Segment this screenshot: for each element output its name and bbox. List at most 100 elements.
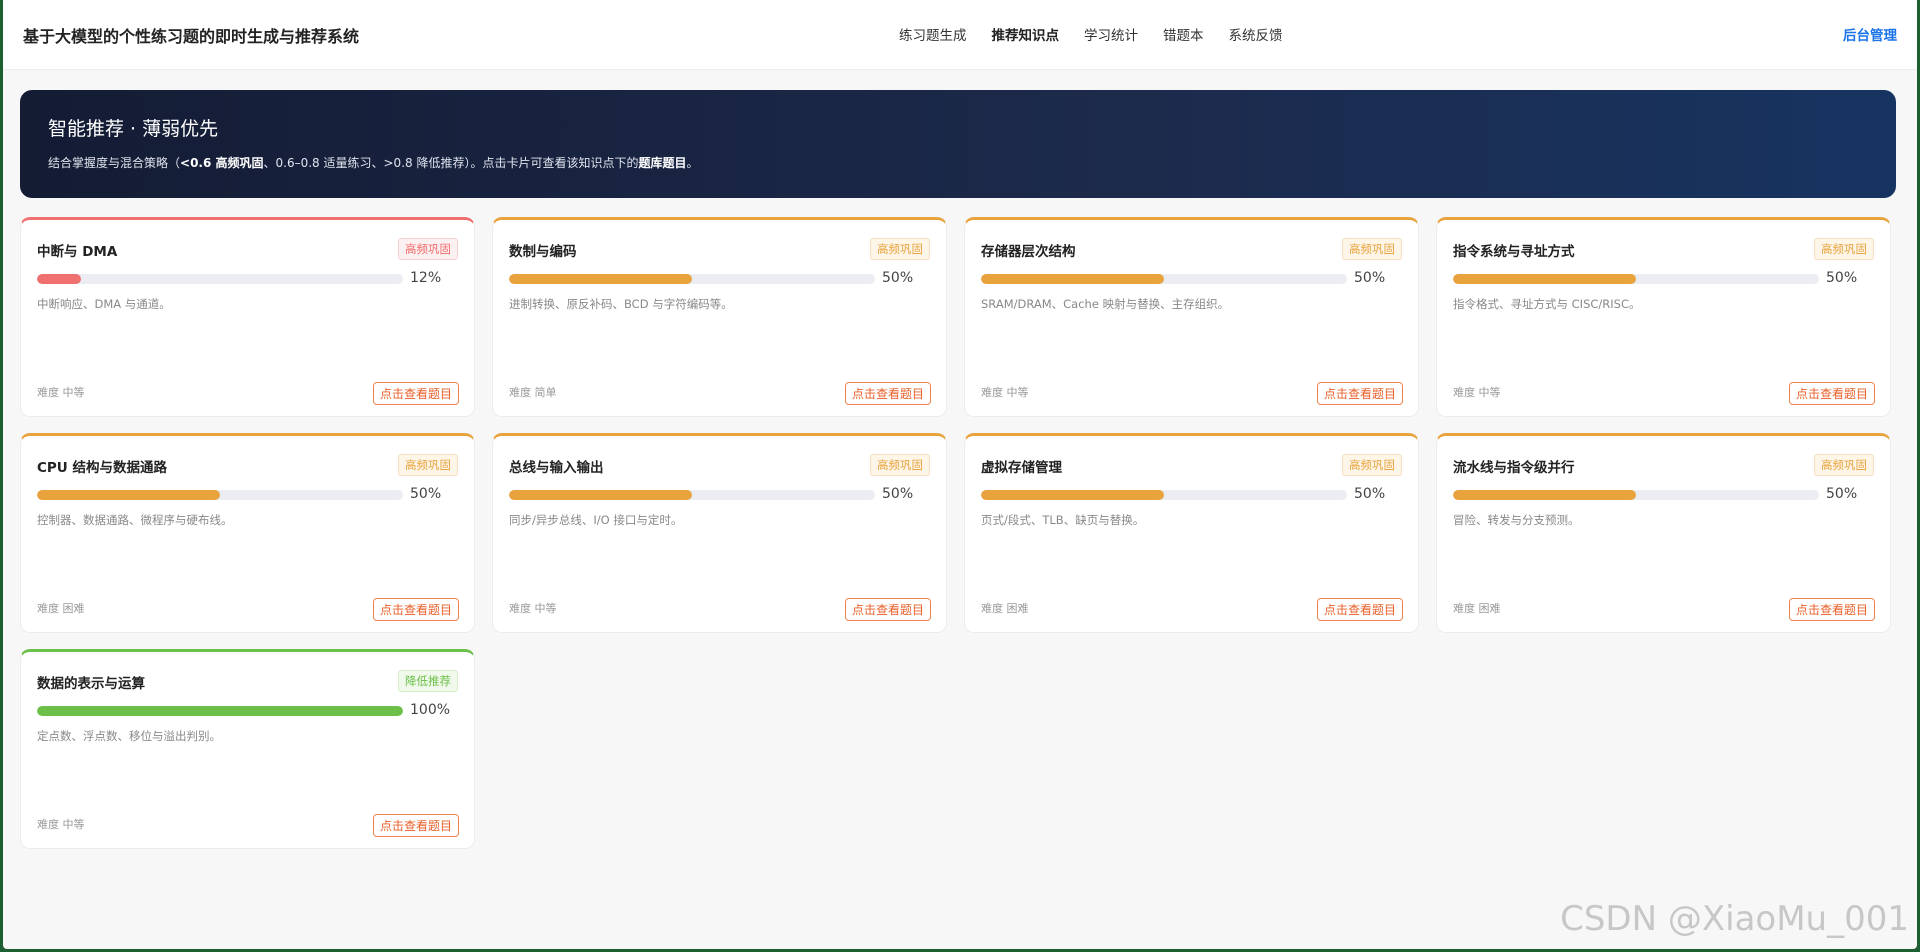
card-title: 指令系统与寻址方式 [1453, 244, 1575, 260]
difficulty-label: 难度 困难 [981, 602, 1029, 615]
card-description: 冒险、转发与分支预测。 [1453, 513, 1580, 527]
recommend-badge: 高频巩固 [1342, 238, 1402, 260]
mastery-progress-track [981, 490, 1347, 500]
mastery-progress-track [981, 274, 1347, 284]
mastery-percent: 100% [410, 702, 451, 718]
recommend-badge: 高频巩固 [1814, 454, 1874, 476]
view-questions-button[interactable]: 点击查看题目 [844, 598, 931, 621]
difficulty-label: 难度 中等 [509, 602, 557, 615]
app-frame: 基于大模型的个性练习题的即时生成与推荐系统 练习题生成 推荐知识点 学习统计 错… [3, 0, 1917, 949]
mastery-percent: 50% [1826, 486, 1858, 502]
mastery-progress-track [1453, 274, 1819, 284]
hero-sub-pre: 结合掌握度与混合策略（ [48, 156, 181, 170]
card-description: 进制转换、原反补码、BCD 与字符编码等。 [509, 297, 733, 311]
view-questions-button[interactable]: 点击查看题目 [372, 382, 459, 405]
view-questions-button[interactable]: 点击查看题目 [1316, 382, 1403, 405]
app-title: 基于大模型的个性练习题的即时生成与推荐系统 [23, 27, 360, 46]
view-questions-button[interactable]: 点击查看题目 [1316, 598, 1403, 621]
card-title: CPU 结构与数据通路 [37, 460, 167, 476]
watermark: CSDN @XiaoMu_001 [1560, 899, 1909, 939]
mastery-progress-fill [981, 490, 1164, 500]
mastery-percent: 50% [882, 270, 914, 286]
mastery-percent: 50% [410, 486, 442, 502]
mastery-progress-track [509, 274, 875, 284]
hero-sub-strong-2: 题库题目 [638, 156, 687, 170]
main-nav: 练习题生成 推荐知识点 学习统计 错题本 系统反馈 [899, 24, 1308, 44]
difficulty-label: 难度 中等 [37, 386, 85, 399]
card-description: 中断响应、DMA 与通道。 [37, 297, 171, 311]
card-description: 页式/段式、TLB、缺页与替换。 [981, 513, 1145, 527]
mastery-progress-fill [37, 490, 220, 500]
mastery-progress-fill [981, 274, 1164, 284]
mastery-progress-track [37, 274, 403, 284]
hero-title: 智能推荐 · 薄弱优先 [48, 118, 219, 140]
mastery-progress-fill [1453, 490, 1636, 500]
mastery-percent: 50% [1354, 270, 1386, 286]
difficulty-label: 难度 中等 [37, 818, 85, 831]
mastery-progress-fill [1453, 274, 1636, 284]
card-description: SRAM/DRAM、Cache 映射与替换、主存组织。 [981, 297, 1230, 311]
mastery-progress-fill [37, 706, 403, 716]
admin-link[interactable]: 后台管理 [1843, 24, 1897, 44]
knowledge-card[interactable]: 流水线与指令级并行 高频巩固 50% 冒险、转发与分支预测。 难度 困难 点击查看题目 [1436, 433, 1891, 633]
hero-sub-end: 。 [686, 156, 699, 170]
knowledge-card[interactable]: 中断与 DMA 高频巩固 12% 中断响应、DMA 与通道。 难度 中等 点击查看题目 [20, 217, 475, 417]
knowledge-card[interactable]: 虚拟存储管理 高频巩固 50% 页式/段式、TLB、缺页与替换。 难度 困难 点击查看题目 [964, 433, 1419, 633]
mastery-percent: 12% [410, 270, 442, 286]
mastery-progress-track [509, 490, 875, 500]
card-description: 控制器、数据通路、微程序与硬布线。 [37, 513, 233, 527]
mastery-percent: 50% [1354, 486, 1386, 502]
card-title: 总线与输入输出 [509, 460, 604, 476]
recommend-badge: 高频巩固 [398, 454, 458, 476]
card-title: 数据的表示与运算 [37, 676, 145, 692]
nav-item-learning-stats[interactable]: 学习统计 [1084, 24, 1138, 44]
mastery-percent: 50% [882, 486, 914, 502]
mastery-progress-track [37, 706, 403, 716]
knowledge-card[interactable]: 总线与输入输出 高频巩固 50% 同步/异步总线、I/O 接口与定时。 难度 中等 点击查… [492, 433, 947, 633]
recommend-badge: 高频巩固 [870, 238, 930, 260]
mastery-progress-fill [509, 274, 692, 284]
view-questions-button[interactable]: 点击查看题目 [372, 814, 459, 837]
view-questions-button[interactable]: 点击查看题目 [372, 598, 459, 621]
knowledge-card[interactable]: 数制与编码 高频巩固 50% 进制转换、原反补码、BCD 与字符编码等。 难度 简单 点击… [492, 217, 947, 417]
difficulty-label: 难度 中等 [1453, 386, 1501, 399]
hero-sub-strong-1: <0.6 高频巩固 [180, 156, 264, 170]
recommend-badge: 高频巩固 [398, 238, 458, 260]
hero-sub-mid: 、0.6–0.8 适量练习、>0.8 降低推荐）。点击卡片可查看该知识点下的 [263, 156, 639, 170]
nav-item-practice-generation[interactable]: 练习题生成 [899, 24, 967, 44]
card-description: 定点数、浮点数、移位与溢出判别。 [37, 729, 221, 743]
view-questions-button[interactable]: 点击查看题目 [844, 382, 931, 405]
view-questions-button[interactable]: 点击查看题目 [1788, 598, 1875, 621]
view-questions-button[interactable]: 点击查看题目 [1788, 382, 1875, 405]
knowledge-card[interactable]: CPU 结构与数据通路 高频巩固 50% 控制器、数据通路、微程序与硬布线。 难度 困难… [20, 433, 475, 633]
recommend-badge: 高频巩固 [870, 454, 930, 476]
hero-banner: 智能推荐 · 薄弱优先 结合掌握度与混合策略（<0.6 高频巩固、0.6–0.8… [20, 90, 1896, 198]
recommend-badge: 降低推荐 [398, 670, 458, 692]
card-title: 虚拟存储管理 [981, 460, 1062, 476]
knowledge-card[interactable]: 数据的表示与运算 降低推荐 100% 定点数、浮点数、移位与溢出判别。 难度 中等 点击查… [20, 649, 475, 849]
recommend-badge: 高频巩固 [1342, 454, 1402, 476]
knowledge-card[interactable]: 存储器层次结构 高频巩固 50% SRAM/DRAM、Cache 映射与替换、主存组织… [964, 217, 1419, 417]
card-title: 数制与编码 [509, 244, 577, 260]
mastery-progress-fill [509, 490, 692, 500]
card-description: 指令格式、寻址方式与 CISC/RISC。 [1453, 297, 1641, 311]
card-title: 流水线与指令级并行 [1453, 460, 1575, 476]
knowledge-card[interactable]: 指令系统与寻址方式 高频巩固 50% 指令格式、寻址方式与 CISC/RISC。 难度 … [1436, 217, 1891, 417]
card-title: 中断与 DMA [37, 244, 118, 260]
recommend-badge: 高频巩固 [1814, 238, 1874, 260]
mastery-percent: 50% [1826, 270, 1858, 286]
difficulty-label: 难度 困难 [37, 602, 85, 615]
top-navbar: 基于大模型的个性练习题的即时生成与推荐系统 练习题生成 推荐知识点 学习统计 错… [3, 0, 1917, 70]
card-title: 存储器层次结构 [981, 244, 1076, 260]
nav-item-recommend-knowledge[interactable]: 推荐知识点 [992, 24, 1060, 44]
nav-item-system-feedback[interactable]: 系统反馈 [1229, 24, 1283, 44]
mastery-progress-track [1453, 490, 1819, 500]
mastery-progress-fill [37, 274, 81, 284]
nav-item-mistake-book[interactable]: 错题本 [1163, 24, 1204, 44]
mastery-progress-track [37, 490, 403, 500]
difficulty-label: 难度 简单 [509, 386, 557, 399]
difficulty-label: 难度 中等 [981, 386, 1029, 399]
hero-subtitle: 结合掌握度与混合策略（<0.6 高频巩固、0.6–0.8 适量练习、>0.8 降… [48, 154, 699, 171]
difficulty-label: 难度 困难 [1453, 602, 1501, 615]
card-description: 同步/异步总线、I/O 接口与定时。 [509, 513, 683, 527]
